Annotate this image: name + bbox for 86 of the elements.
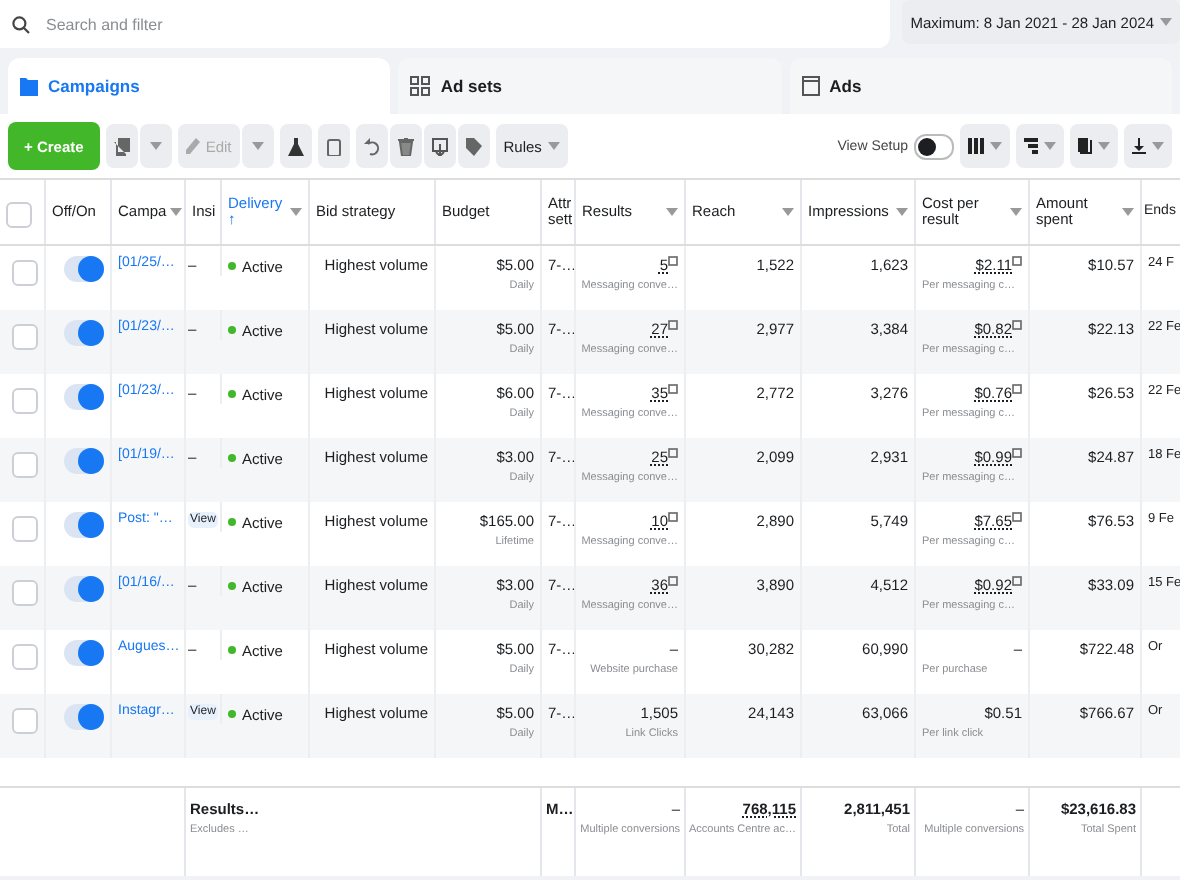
breakdown-button[interactable] bbox=[1016, 124, 1064, 168]
caret-icon bbox=[290, 208, 302, 216]
search-field[interactable]: Search and filter bbox=[0, 0, 891, 48]
info-icon bbox=[668, 576, 678, 586]
export-button[interactable] bbox=[423, 124, 456, 168]
export-icon bbox=[431, 137, 448, 155]
duplicate-button[interactable] bbox=[105, 124, 138, 168]
clipboard-button[interactable] bbox=[317, 124, 350, 168]
on-off-toggle[interactable] bbox=[64, 256, 104, 282]
grid-icon bbox=[410, 76, 431, 96]
on-off-toggle[interactable] bbox=[64, 576, 104, 602]
caret-icon bbox=[547, 142, 560, 150]
info-icon bbox=[1012, 256, 1022, 266]
caret-icon bbox=[1152, 142, 1164, 150]
on-off-toggle[interactable] bbox=[64, 384, 104, 410]
status-dot bbox=[228, 326, 236, 334]
status-dot bbox=[228, 518, 236, 526]
clipboard-icon bbox=[325, 137, 342, 155]
caret-icon bbox=[1044, 142, 1056, 150]
caret-icon bbox=[251, 142, 264, 150]
trash-button[interactable] bbox=[389, 124, 422, 168]
reports-button[interactable] bbox=[1070, 124, 1118, 168]
on-off-toggle[interactable] bbox=[64, 512, 104, 538]
document-icon bbox=[1078, 138, 1092, 154]
on-off-toggle[interactable] bbox=[64, 640, 104, 666]
status-dot bbox=[228, 646, 236, 654]
caret-icon bbox=[782, 208, 794, 216]
info-icon bbox=[668, 448, 678, 458]
columns-button[interactable] bbox=[960, 124, 1010, 168]
columns-icon bbox=[968, 138, 984, 154]
status-dot bbox=[228, 262, 236, 270]
row-checkbox[interactable] bbox=[12, 388, 38, 414]
trash-icon bbox=[397, 137, 414, 155]
tab[interactable]: Ads bbox=[789, 58, 1172, 114]
tab[interactable]: Campaigns bbox=[8, 58, 391, 114]
select-all-checkbox[interactable] bbox=[6, 201, 32, 227]
row-checkbox[interactable] bbox=[12, 516, 38, 542]
info-icon bbox=[1012, 448, 1022, 458]
caret-icon bbox=[896, 208, 908, 216]
folder-icon bbox=[20, 76, 38, 96]
flask-button[interactable] bbox=[279, 124, 312, 168]
caret-icon bbox=[170, 208, 183, 216]
info-icon bbox=[668, 320, 678, 330]
info-icon bbox=[668, 512, 678, 522]
status-dot bbox=[228, 454, 236, 462]
breakdown-icon bbox=[1024, 138, 1038, 154]
flask-icon bbox=[287, 137, 304, 155]
caret-icon bbox=[666, 208, 678, 216]
row-checkbox[interactable] bbox=[12, 708, 38, 734]
row-checkbox[interactable] bbox=[12, 644, 38, 670]
tag-button[interactable] bbox=[457, 124, 490, 168]
export-button[interactable] bbox=[1124, 124, 1172, 168]
info-icon bbox=[1012, 320, 1022, 330]
row-checkbox[interactable] bbox=[12, 452, 38, 478]
dropdown-button[interactable] bbox=[139, 124, 172, 168]
row-checkbox[interactable] bbox=[12, 260, 38, 286]
on-off-toggle[interactable] bbox=[64, 704, 104, 730]
info-icon bbox=[1012, 384, 1022, 394]
status-dot bbox=[228, 390, 236, 398]
caret-icon bbox=[990, 142, 1002, 150]
view-setup-toggle[interactable] bbox=[914, 133, 954, 159]
status-dot bbox=[228, 582, 236, 590]
undo-button[interactable] bbox=[355, 124, 388, 168]
caret-icon bbox=[1098, 142, 1110, 150]
tab[interactable]: Ad sets bbox=[398, 58, 782, 114]
info-icon bbox=[1012, 512, 1022, 522]
search-input[interactable]: Search and filter bbox=[42, 13, 879, 35]
tag-icon bbox=[465, 137, 482, 155]
info-icon bbox=[668, 384, 678, 394]
caret-icon bbox=[149, 142, 162, 150]
on-off-toggle[interactable] bbox=[64, 320, 104, 346]
duplicate-icon bbox=[113, 137, 130, 155]
undo-icon bbox=[363, 137, 380, 155]
caret-icon bbox=[1010, 208, 1022, 216]
search-icon bbox=[12, 15, 30, 33]
info-icon bbox=[668, 256, 678, 266]
info-icon bbox=[1012, 576, 1022, 586]
on-off-toggle[interactable] bbox=[64, 448, 104, 474]
pencil-icon bbox=[185, 138, 200, 154]
download-icon bbox=[1132, 138, 1146, 154]
caret-icon bbox=[1122, 208, 1134, 216]
row-checkbox[interactable] bbox=[12, 580, 38, 606]
row-checkbox[interactable] bbox=[12, 324, 38, 350]
caret-icon bbox=[1160, 18, 1172, 26]
status-dot bbox=[228, 710, 236, 718]
page-icon bbox=[801, 76, 820, 96]
